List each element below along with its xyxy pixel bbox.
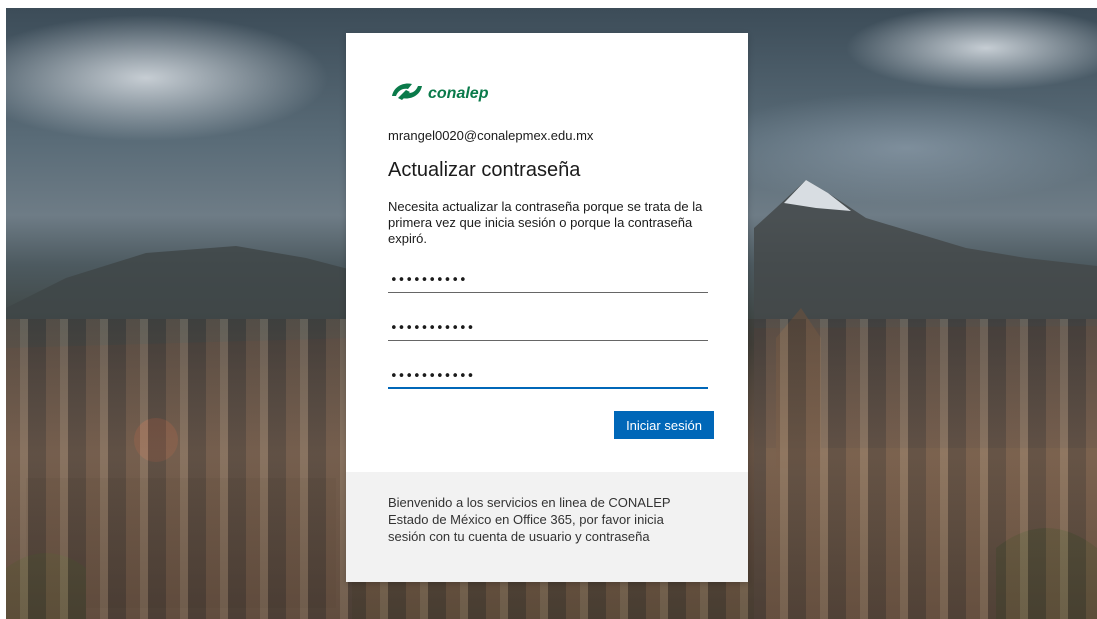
description-text: Necesita actualizar la contraseña porque… [388, 199, 703, 246]
page-title: Actualizar contraseña [388, 159, 581, 181]
brand-logo: conalep [388, 78, 488, 104]
current-password-field[interactable] [388, 269, 708, 293]
account-email: mrangel0020@conalepmex.edu.mx [388, 128, 594, 143]
signin-card: conalep mrangel0020@conalepmex.edu.mx Ac… [346, 33, 748, 582]
footer-text: Bienvenido a los servicios en linea de C… [388, 495, 671, 544]
logo-text: conalep [428, 85, 489, 102]
new-password-field[interactable] [388, 317, 708, 341]
footer-panel: Bienvenido a los servicios en linea de C… [346, 472, 748, 582]
signin-button[interactable]: Iniciar sesión [614, 411, 714, 439]
confirm-password-field[interactable] [388, 365, 708, 389]
conalep-logo-icon [392, 83, 422, 100]
card-body: conalep mrangel0020@conalepmex.edu.mx Ac… [346, 33, 748, 472]
